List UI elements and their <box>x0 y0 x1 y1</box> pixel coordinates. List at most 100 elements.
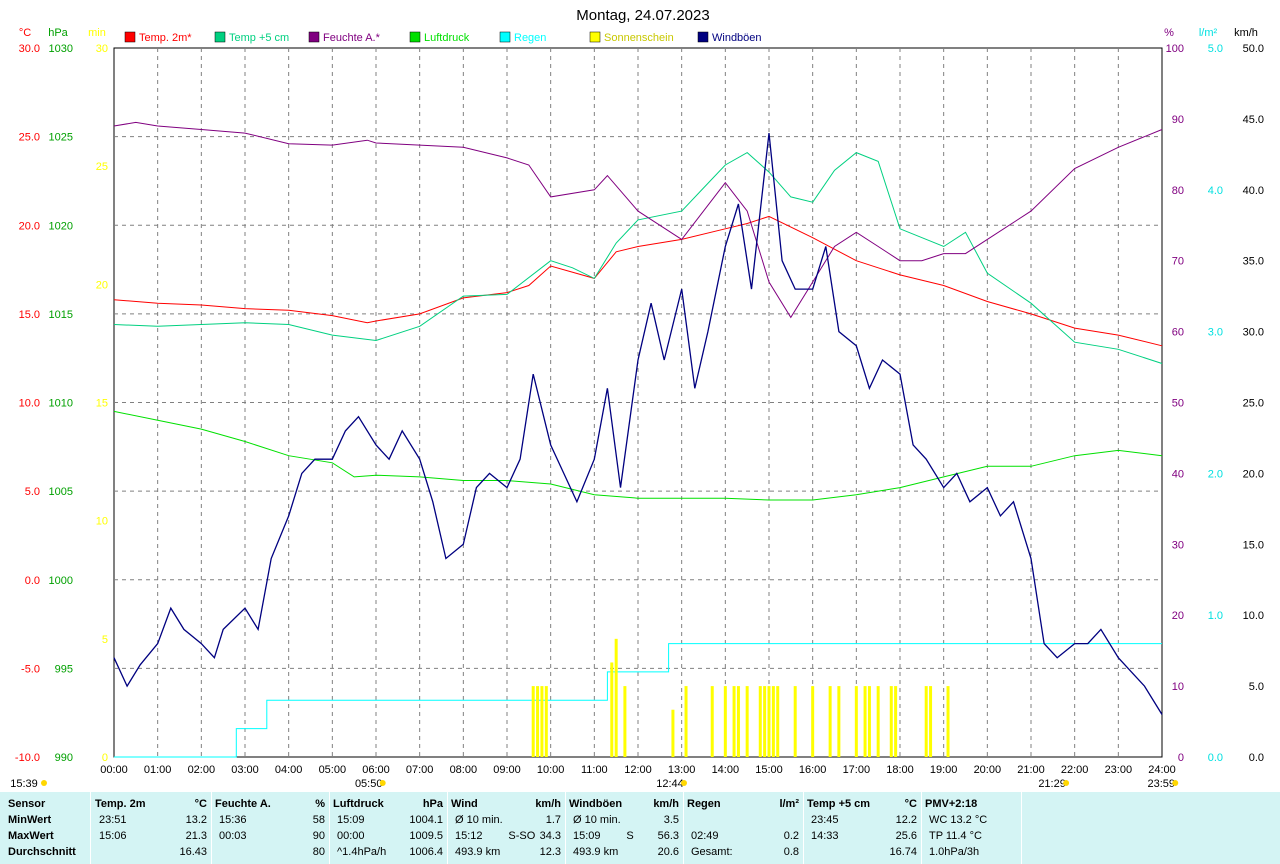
rain-tick-label: 0.0 <box>1208 752 1223 764</box>
temp-tick-label: 25.0 <box>19 132 40 144</box>
stat-section: Temp +5 cm °C 23:45 12.2 14:33 25.6 16.74 <box>803 792 922 864</box>
stat-section-unit: hPa <box>422 798 443 810</box>
stat-cell: 15:36 <box>219 814 247 826</box>
sunshine-bar <box>623 686 627 757</box>
stat-cell: ^1.4hPa/h <box>337 846 387 858</box>
temp-tick-label: -5.0 <box>21 663 40 675</box>
stat-row: 1.0hPa/3h <box>921 844 1021 860</box>
x-tick-label: 04:00 <box>275 764 303 776</box>
humidity-tick-label: 50 <box>1172 398 1184 410</box>
stat-cell: 1006.4 <box>409 846 443 858</box>
stat-cell: 23:45 <box>811 814 839 826</box>
stat-section: Wind km/h Ø 10 min. 1.7 15:12 S-SO 34.3 493.9 k… <box>447 792 566 864</box>
sun-marker-icon <box>379 780 386 786</box>
sunshine-bar <box>610 662 614 757</box>
sunshine-bar <box>854 686 858 757</box>
stat-cell: Gesamt: <box>691 846 733 858</box>
sunshine-bar <box>684 686 688 757</box>
stat-section-unit: °C <box>904 798 917 810</box>
stat-cell: 23:51 <box>99 814 127 826</box>
stat-cell: 0.8 <box>783 846 799 858</box>
rain-tick-label: 1.0 <box>1208 610 1223 622</box>
stat-row: 15:06 21.3 <box>91 828 211 844</box>
row-label-sensor: Sensor <box>8 798 46 810</box>
sun-marker-icon <box>681 780 688 786</box>
stat-section-title: Temp. 2m <box>95 798 146 810</box>
pressure-tick-label: 1030 <box>49 43 73 55</box>
stat-cell: 00:03 <box>219 830 247 842</box>
wind-tick-label: 20.0 <box>1243 468 1264 480</box>
rain-tick-label: 3.0 <box>1208 327 1223 339</box>
humidity-tick-label: 30 <box>1172 539 1184 551</box>
annotation-label: 12:44 <box>656 778 684 790</box>
sunshine-bar <box>811 686 815 757</box>
stat-row: 80 <box>211 844 329 860</box>
humidity-tick-label: 40 <box>1172 468 1184 480</box>
humidity-tick-label: 60 <box>1172 327 1184 339</box>
legend-label: Feuchte A.* <box>323 32 381 44</box>
humidity-tick-label: 100 <box>1166 43 1184 55</box>
wind-tick-label: 30.0 <box>1243 327 1264 339</box>
stat-row: TP 11.4 °C <box>921 828 1021 844</box>
stat-cell: 0.2 <box>783 830 799 842</box>
annotations: 05:50 12:44 21:29 23:59 15:39 <box>10 778 1179 790</box>
stat-cell: 16.74 <box>889 846 917 858</box>
stat-row: 00:03 90 <box>211 828 329 844</box>
stat-cell: 15:09 <box>337 814 365 826</box>
stat-row: 02:49 0.2 <box>683 828 803 844</box>
pressure-tick-label: 1015 <box>49 309 73 321</box>
x-tick-label: 13:00 <box>668 764 696 776</box>
row-label-avg: Durchschnitt <box>8 846 76 858</box>
sunshine-tick-label: 10 <box>96 516 108 528</box>
x-tick-label: 10:00 <box>537 764 565 776</box>
annotation-label: 15:39 <box>10 778 38 790</box>
stat-section-title: PMV+2:18 <box>925 798 978 810</box>
stat-row: 23:45 12.2 <box>803 812 921 828</box>
wind-tick-label: 0.0 <box>1249 752 1264 764</box>
sunshine-bar <box>531 686 535 757</box>
stat-row: 16.74 <box>803 844 921 860</box>
stat-cell: 56.3 <box>657 830 679 842</box>
temp-tick-label: 5.0 <box>25 486 40 498</box>
axes: 00:00 01:00 02:00 03:00 04:00 05:00 06:00 07:00… <box>15 27 1264 776</box>
x-tick-label: 17:00 <box>843 764 871 776</box>
x-tick-label: 16:00 <box>799 764 827 776</box>
wind-tick-label: 25.0 <box>1243 398 1264 410</box>
stat-section: Regen l/m² 02:49 0.2 Gesamt: 0.8 <box>683 792 804 864</box>
stat-section-title: Luftdruck <box>333 798 384 810</box>
legend-swatch <box>589 31 601 43</box>
wind-tick-label: 5.0 <box>1249 681 1264 693</box>
x-tick-label: 19:00 <box>930 764 958 776</box>
stat-section: Feuchte A.% 15:36 58 00:03 90 80 <box>211 792 330 864</box>
x-tick-label: 11:00 <box>581 764 608 776</box>
temp-tick-label: 10.0 <box>19 398 40 410</box>
sunshine-bar <box>863 686 867 757</box>
legend-swatch <box>499 31 511 43</box>
stat-section: Windböen km/h Ø 10 min. 3.5 15:09 S 56.3 493.9 … <box>565 792 684 864</box>
stat-cell: 3.5 <box>663 814 679 826</box>
sunshine-bar <box>771 686 775 757</box>
wind-tick-label: 45.0 <box>1243 114 1264 126</box>
sunshine-bar <box>776 686 780 757</box>
annotation-label: 21:29 <box>1038 778 1066 790</box>
annotation-label: 23:59 <box>1147 778 1175 790</box>
stat-cell: 493.9 km <box>573 846 619 858</box>
wind-tick-label: 10.0 <box>1243 610 1264 622</box>
stat-cell: 12.2 <box>895 814 917 826</box>
stat-cell: 14:33 <box>811 830 839 842</box>
pressure-tick-label: 995 <box>55 663 73 675</box>
sunshine-tick-label: 0 <box>102 752 108 764</box>
sunshine-bar <box>536 686 540 757</box>
x-tick-label: 22:00 <box>1061 764 1089 776</box>
wind-tick-label: 50.0 <box>1243 43 1264 55</box>
stat-row: Gesamt: 0.8 <box>683 844 803 860</box>
legend-swatch <box>214 31 226 43</box>
legend-swatch <box>308 31 320 43</box>
sunshine-unit: min <box>88 27 106 39</box>
sunshine-bar <box>889 686 893 757</box>
pressure-unit: hPa <box>48 27 68 39</box>
wind-tick-label: 40.0 <box>1243 185 1264 197</box>
stat-row: 15:12 S-SO 34.3 <box>447 828 565 844</box>
temp-tick-label: 15.0 <box>19 309 40 321</box>
sunshine-bar <box>924 686 928 757</box>
